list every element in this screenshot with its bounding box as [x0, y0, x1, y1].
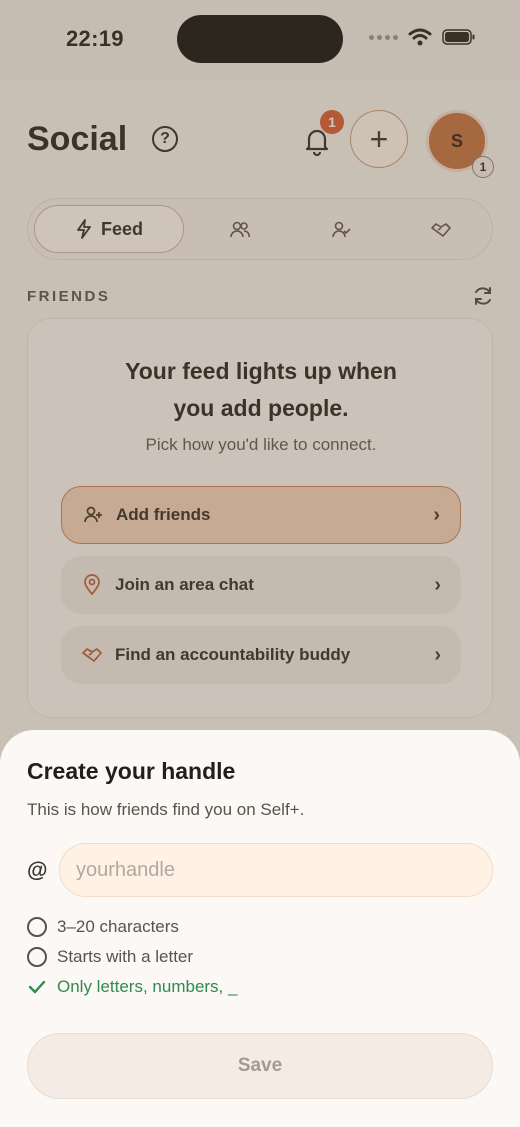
- handle-input[interactable]: [59, 843, 493, 897]
- checkmark-icon: [27, 977, 47, 997]
- sheet-title: Create your handle: [27, 758, 236, 784]
- rule-length: 3–20 characters: [27, 917, 179, 937]
- unchecked-circle-icon: [27, 917, 47, 937]
- sheet-subtitle: This is how friends find you on Self+.: [27, 800, 305, 819]
- save-button[interactable]: Save: [27, 1033, 493, 1099]
- rule-starts-with-letter: Starts with a letter: [27, 947, 193, 967]
- create-handle-sheet: Create your handle This is how friends f…: [0, 730, 520, 1127]
- unchecked-circle-icon: [27, 947, 47, 967]
- rule-allowed-characters: Only letters, numbers, _: [27, 977, 237, 997]
- at-symbol: @: [27, 859, 48, 882]
